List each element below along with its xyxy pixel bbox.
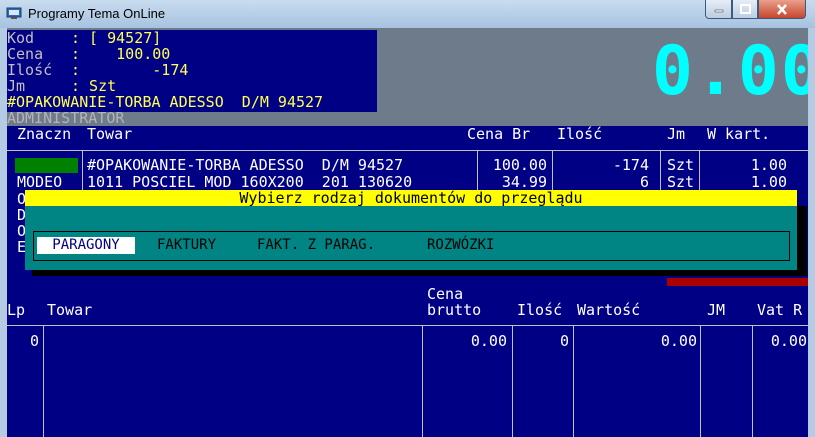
window-frame-right (808, 28, 815, 437)
menu-option-faktury[interactable]: FAKTURY (157, 237, 216, 254)
column-separator (700, 325, 701, 437)
col-header-ilosc: Ilość (557, 125, 603, 143)
table-row-2-w-kart: 1.00 (750, 173, 787, 191)
column-separator (752, 325, 753, 437)
col-header-towar-lower: Towar (47, 301, 93, 319)
lower-row-ilosc: 0 (559, 332, 569, 350)
close-button[interactable] (758, 0, 806, 19)
col-header-jm-lower: JM (707, 301, 726, 319)
col-header-vat: Vat R (757, 301, 803, 319)
maximize-button[interactable] (732, 0, 758, 19)
table-row-1-w-kart: 1.00 (750, 156, 787, 174)
menu-option-paragony[interactable]: PARAGONY (37, 237, 135, 254)
selection-marker[interactable] (15, 158, 78, 173)
column-separator (660, 150, 661, 194)
column-separator (477, 150, 478, 194)
maximize-icon (739, 4, 751, 14)
column-separator (43, 325, 44, 437)
column-separator (422, 325, 423, 437)
col-header-lp: Lp (7, 301, 26, 319)
document-type-menu (33, 231, 790, 261)
column-separator (512, 325, 513, 437)
menu-option-fakt-z-parag[interactable]: FAKT. Z PARAG. (257, 237, 375, 254)
table-row-2-jm: Szt (667, 173, 695, 191)
lower-row-wartosc: 0.00 (660, 332, 697, 350)
app-icon (6, 7, 22, 19)
window-title: Programy Tema OnLine (28, 6, 166, 21)
document-items-panel (7, 286, 808, 437)
col-header-cena-bottom: brutto (427, 301, 482, 319)
minimize-icon (714, 9, 723, 13)
table-row-1-jm: Szt (667, 156, 695, 174)
window-frame-left (0, 28, 7, 437)
column-separator (573, 325, 574, 437)
dialog-shadow (32, 270, 802, 276)
table-row-1-ilosc: -174 (612, 156, 649, 174)
minimize-button[interactable] (705, 0, 732, 19)
col-header-jm: Jm (667, 125, 686, 143)
column-separator (699, 150, 700, 194)
total-display: 0.00 (652, 32, 808, 111)
dialog-title: Wybierz rodzaj dokumentów do przeglądu (25, 190, 797, 206)
menu-option-rozwozki[interactable]: ROZWÓZKI (427, 237, 494, 254)
console-area: Kod : [ 94527] Cena : 100.00 Ilość : -17… (7, 28, 808, 437)
table-row-2-znaczn: MODEO (17, 173, 63, 191)
column-separator (82, 150, 83, 194)
col-header-ilosc-lower: Ilość (517, 301, 563, 319)
col-header-towar: Towar (87, 125, 133, 143)
table-row-1-towar[interactable]: #OPAKOWANIE-TORBA ADESSO D/M 94527 (87, 157, 403, 174)
status-bar-red (667, 278, 808, 286)
lower-row-vat: 0.00 (770, 332, 807, 350)
col-header-w-kart: W kart. (707, 125, 771, 143)
col-header-wartosc: Wartość (577, 301, 641, 319)
lower-row-lp[interactable]: 0 (7, 333, 39, 350)
header-divider (7, 150, 808, 151)
col-header-cena-br: Cena Br (467, 125, 531, 143)
dialog-shadow (797, 206, 807, 276)
lower-header-divider (7, 325, 808, 326)
column-separator (552, 150, 553, 194)
close-icon (777, 3, 787, 15)
table-row-1-cena: 100.00 (492, 156, 547, 174)
lower-row-cena: 0.00 (470, 332, 507, 350)
col-header-znaczn: Znaczn (17, 125, 72, 143)
